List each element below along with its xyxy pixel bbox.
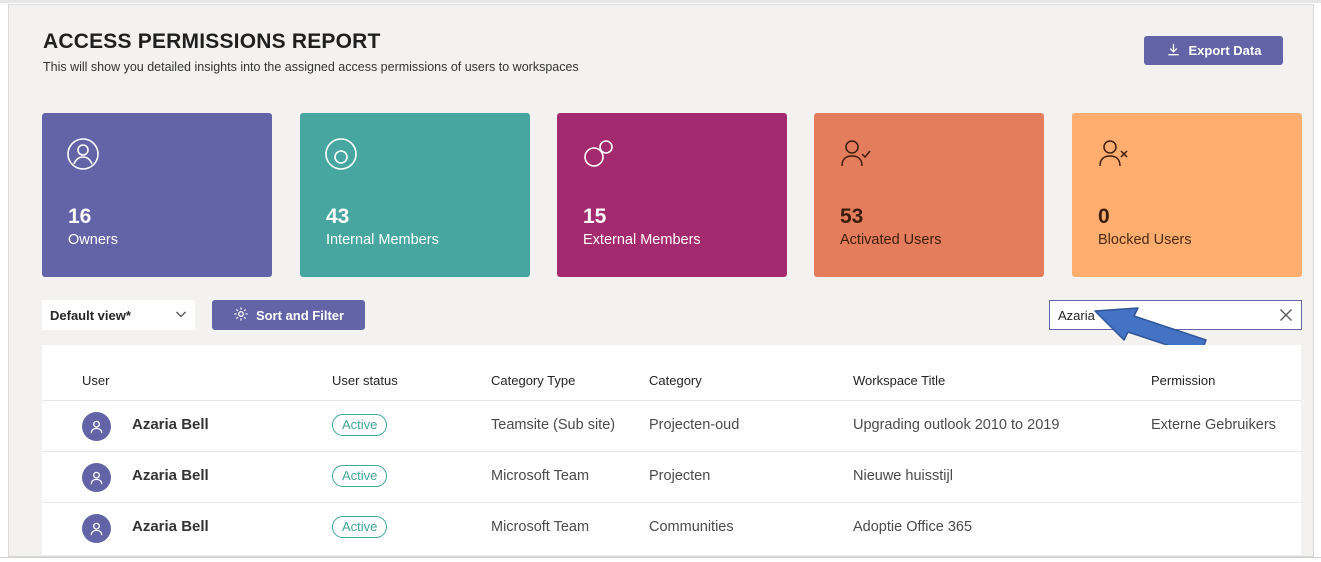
- sort-and-filter-label: Sort and Filter: [255, 307, 345, 323]
- permission-cell: Externe Gebruikers: [1151, 417, 1276, 433]
- permissions-table: User User status Category Type Category …: [42, 345, 1301, 555]
- status-badge: Active: [332, 414, 388, 436]
- window-bottom-border: [0, 557, 1321, 562]
- user-name: Azaria Bell: [132, 467, 209, 484]
- sort-and-filter-button[interactable]: Sort and Filter: [212, 300, 365, 330]
- workspace-title-cell: Nieuwe huisstijl: [853, 468, 953, 484]
- activated-users-card[interactable]: 53 Activated Users: [814, 113, 1044, 277]
- owners-label: Owners: [68, 232, 118, 248]
- user-icon: [90, 522, 103, 536]
- export-data-label: Export Data: [1188, 43, 1262, 58]
- workspace-title-cell: Upgrading outlook 2010 to 2019: [853, 417, 1060, 433]
- column-header-user-status[interactable]: User status: [332, 373, 398, 388]
- internal-members-card[interactable]: 43 Internal Members: [300, 113, 530, 277]
- column-header-category-type[interactable]: Category Type: [491, 373, 575, 388]
- user-name: Azaria Bell: [132, 416, 209, 433]
- status-badge: Active: [332, 465, 388, 487]
- page-title: ACCESS PERMISSIONS REPORT: [43, 30, 381, 53]
- workspace-title-cell: Adoptie Office 365: [853, 519, 973, 535]
- external-members-count: 15: [583, 205, 607, 228]
- column-header-category[interactable]: Category: [649, 373, 702, 388]
- owners-card[interactable]: 16 Owners: [42, 113, 272, 277]
- window-top-border: [0, 0, 1321, 3]
- column-header-workspace-title[interactable]: Workspace Title: [853, 373, 945, 388]
- activated-users-count: 53: [840, 205, 864, 228]
- user-name: Azaria Bell: [132, 518, 209, 535]
- status-badge: Active: [332, 516, 388, 538]
- internal-member-icon: [325, 138, 357, 170]
- blocked-users-label: Blocked Users: [1098, 232, 1192, 248]
- category-cell: Communities: [649, 519, 734, 535]
- category-type-cell: Microsoft Team: [491, 519, 590, 535]
- avatar: [82, 412, 111, 441]
- view-dropdown[interactable]: Default view*: [42, 300, 195, 330]
- owners-count: 16: [68, 205, 92, 228]
- table-row[interactable]: Azaria Bell Active Teamsite (Sub site) P…: [42, 400, 1301, 450]
- external-members-card[interactable]: 15 External Members: [557, 113, 787, 277]
- column-header-permission[interactable]: Permission: [1151, 373, 1215, 388]
- user-icon: [90, 420, 103, 434]
- user-check-icon: [841, 140, 871, 167]
- category-cell: Projecten-oud: [649, 417, 740, 433]
- category-type-cell: Teamsite (Sub site): [491, 417, 616, 433]
- internal-members-count: 43: [326, 205, 350, 228]
- category-cell: Projecten: [649, 468, 711, 484]
- user-circle-icon: [67, 138, 99, 170]
- external-member-icon: [584, 140, 613, 167]
- close-icon[interactable]: [1279, 308, 1293, 322]
- user-icon: [90, 471, 103, 485]
- category-type-cell: Microsoft Team: [491, 468, 590, 484]
- external-members-label: External Members: [583, 232, 701, 248]
- chevron-down-icon: [175, 308, 187, 323]
- avatar: [82, 463, 111, 492]
- activated-users-label: Activated Users: [840, 232, 942, 248]
- user-block-icon: [1099, 140, 1128, 167]
- blocked-users-count: 0: [1098, 205, 1110, 228]
- table-row[interactable]: Azaria Bell Active Microsoft Team Projec…: [42, 451, 1301, 501]
- table-row[interactable]: Azaria Bell Active Microsoft Team Commun…: [42, 502, 1301, 552]
- blocked-users-card[interactable]: 0 Blocked Users: [1072, 113, 1302, 277]
- column-header-user[interactable]: User: [82, 373, 109, 388]
- page-subtitle: This will show you detailed insights int…: [43, 60, 579, 74]
- export-data-button[interactable]: Export Data: [1144, 36, 1283, 65]
- avatar: [82, 514, 111, 543]
- gear-icon: [233, 306, 249, 325]
- internal-members-label: Internal Members: [326, 232, 439, 248]
- download-icon: [1166, 42, 1181, 60]
- view-dropdown-label: Default view*: [50, 307, 131, 323]
